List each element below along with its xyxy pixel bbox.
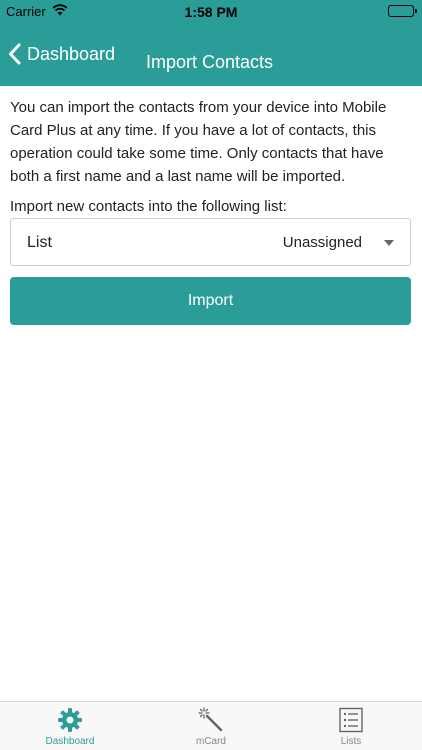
- list-caption: Import new contacts into the following l…: [10, 198, 287, 215]
- tab-mcard-label: mCard: [195, 736, 226, 747]
- page-title: Import Contacts: [146, 52, 274, 72]
- list-picker-value: Unassigned: [282, 234, 362, 251]
- chevron-left-icon: [8, 43, 21, 65]
- back-button[interactable]: Dashboard: [8, 40, 115, 68]
- import-button[interactable]: Import: [10, 277, 411, 325]
- caret-down-icon: [384, 240, 394, 246]
- tab-lists-label: Lists: [340, 736, 362, 747]
- gear-icon: [57, 707, 83, 738]
- navigation-bar: Dashboard Import Contacts: [0, 22, 422, 86]
- tab-dashboard-label: Dashboard: [45, 736, 95, 747]
- tab-bar: Dashboard mCard Lists: [0, 701, 422, 750]
- magic-wand-icon: [198, 707, 224, 738]
- list-icon: [338, 707, 364, 738]
- battery-icon: [388, 5, 417, 17]
- status-time: 1:58 PM: [184, 4, 238, 20]
- list-picker[interactable]: List Unassigned: [10, 218, 411, 266]
- main-content: You can import the contacts from your de…: [0, 86, 422, 325]
- tab-lists[interactable]: Lists: [281, 702, 421, 750]
- back-button-label: Dashboard: [27, 43, 116, 64]
- status-bar: Carrier 1:58 PM: [0, 0, 422, 22]
- tab-mcard[interactable]: mCard: [141, 702, 281, 750]
- import-description: You can import the contacts from your de…: [10, 99, 387, 185]
- tab-dashboard[interactable]: Dashboard: [0, 702, 140, 750]
- list-picker-label: List: [27, 234, 52, 251]
